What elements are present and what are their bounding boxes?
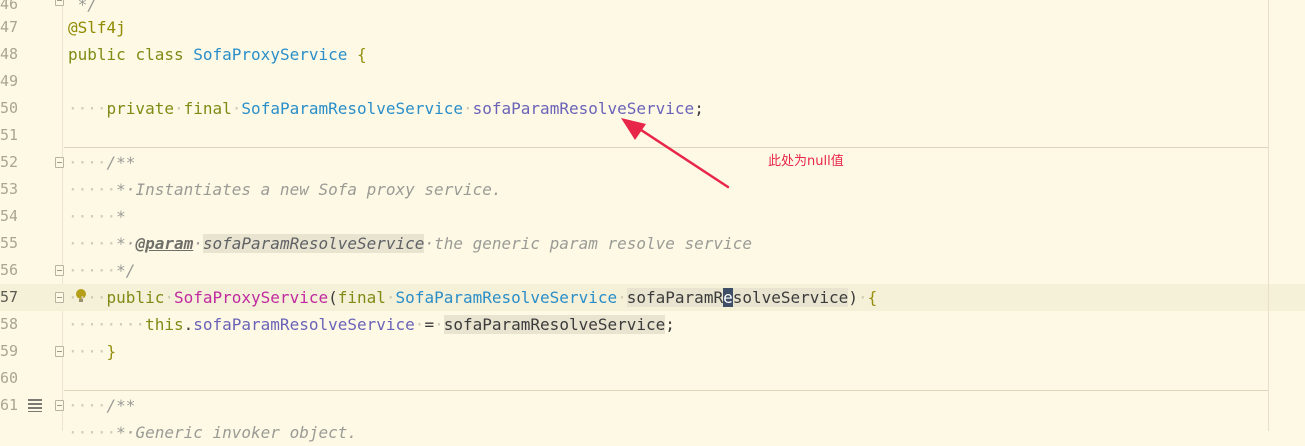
annotation-arrow	[621, 118, 730, 189]
annotation-callout: 此处为null值	[768, 154, 844, 169]
